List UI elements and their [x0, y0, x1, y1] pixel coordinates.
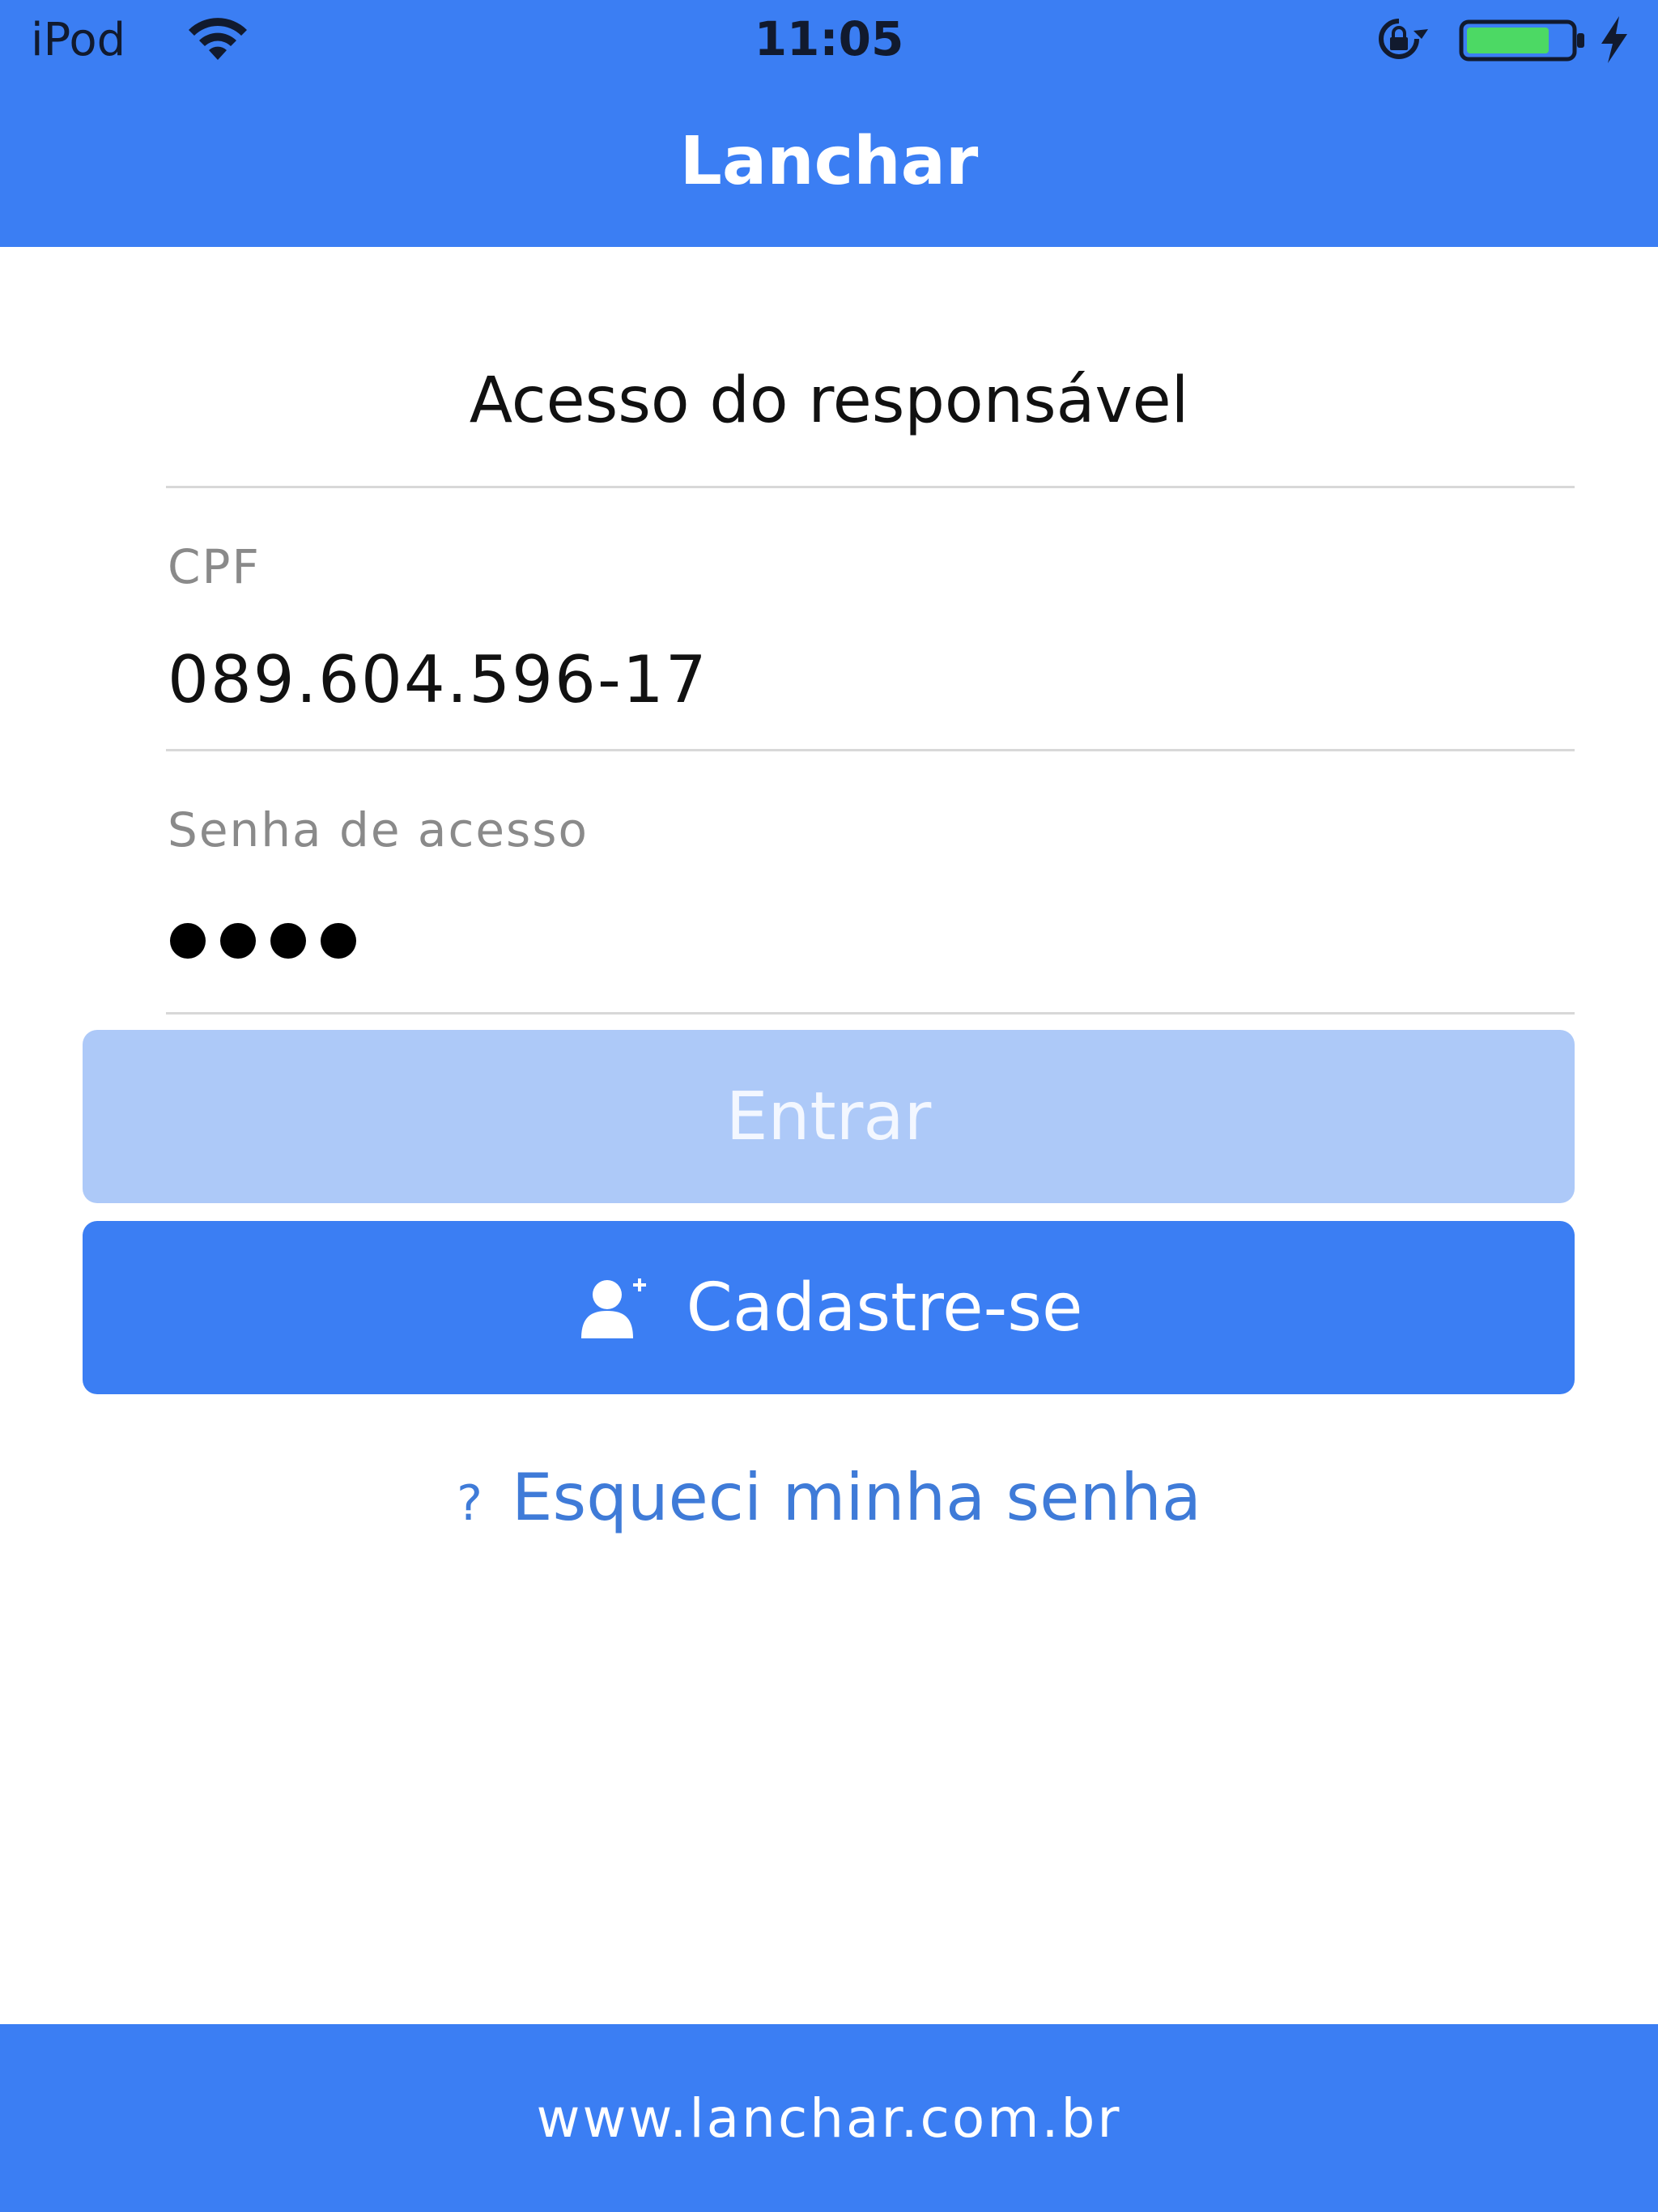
- register-button[interactable]: Cadastre-se: [83, 1221, 1575, 1394]
- footer: www.lanchar.com.br: [0, 2024, 1658, 2212]
- section-title: Acesso do responsável: [469, 364, 1189, 437]
- cpf-label: CPF: [168, 539, 261, 594]
- login-screen: iPod 11:05 Lanchar Acesso do responsável…: [0, 0, 1658, 2212]
- divider: [166, 1012, 1575, 1015]
- password-dot: [170, 923, 206, 959]
- website-link[interactable]: www.lanchar.com.br: [536, 2087, 1121, 2150]
- app-title: Lanchar: [679, 123, 979, 200]
- cpf-input[interactable]: 089.604.596-17: [168, 636, 708, 725]
- status-bar: iPod 11:05: [0, 0, 1658, 81]
- battery-icon: [1459, 19, 1584, 62]
- forgot-password-label: Esqueci minha senha: [511, 1460, 1201, 1535]
- password-input[interactable]: [170, 923, 356, 959]
- divider: [166, 749, 1575, 751]
- enter-button[interactable]: Entrar: [83, 1030, 1575, 1203]
- register-button-label: Cadastre-se: [686, 1269, 1083, 1346]
- password-dot: [321, 923, 356, 959]
- question-icon: ?: [457, 1475, 483, 1532]
- divider: [166, 486, 1575, 488]
- header: iPod 11:05 Lanchar: [0, 0, 1658, 247]
- password-dot: [220, 923, 256, 959]
- password-label: Senha de acesso: [168, 802, 589, 857]
- enter-button-label: Entrar: [725, 1078, 932, 1155]
- charging-bolt-icon: [1601, 16, 1627, 63]
- rotation-lock-icon: [1379, 19, 1428, 59]
- forgot-password-link[interactable]: ? Esqueci minha senha: [0, 1449, 1658, 1552]
- password-dot: [270, 923, 306, 959]
- user-add-icon: [580, 1278, 646, 1338]
